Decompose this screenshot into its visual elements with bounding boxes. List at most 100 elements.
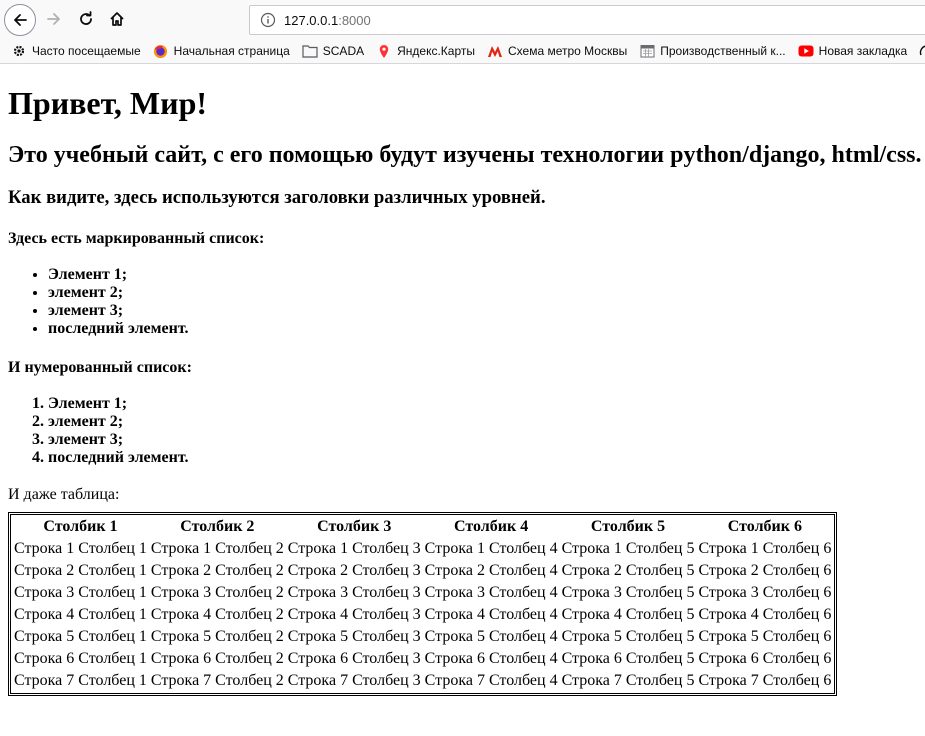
bookmark-start-page[interactable]: Начальная страница bbox=[153, 43, 290, 59]
bookmark-scada[interactable]: SCADA bbox=[302, 43, 364, 59]
table-cell: Строка 7 Столбец 6 bbox=[698, 672, 832, 689]
table-row: Строка 5 Столбец 1 Строка 5 Столбец 2 Стро… bbox=[13, 627, 832, 647]
table-cell: Строка 1 Столбец 2 bbox=[150, 540, 284, 557]
home-button[interactable] bbox=[102, 4, 132, 34]
bookmark-yandex-maps[interactable]: Яндекс.Карты bbox=[376, 43, 475, 59]
browser-toolbar: 127.0.0.1:8000 bbox=[0, 0, 925, 39]
data-table: Столбик 1 Столбик 2 Столбик 3 Столбик 4 … bbox=[10, 514, 836, 694]
table-cell: Строка 5 Столбец 3 bbox=[287, 628, 421, 645]
table-row: Строка 6 Столбец 1 Строка 6 Столбец 2 Стро… bbox=[13, 649, 832, 669]
table-row: Строка 3 Столбец 1 Строка 3 Столбец 2 Стро… bbox=[13, 583, 832, 603]
map-pin-icon bbox=[376, 43, 392, 59]
table-cell: Строка 5 Столбец 2 bbox=[150, 628, 284, 645]
table-cell: Строка 1 Столбец 5 bbox=[561, 540, 695, 557]
back-button[interactable] bbox=[4, 4, 36, 36]
table-cell: Строка 7 Столбец 1 bbox=[14, 672, 147, 689]
list-item: Элемент 1; bbox=[48, 266, 918, 284]
arrow-right-icon bbox=[47, 13, 60, 25]
table-cell: Строка 2 Столбец 1 bbox=[14, 562, 147, 579]
url-text[interactable]: 127.0.0.1:8000 bbox=[284, 13, 371, 28]
page-title: Привет, Мир! bbox=[8, 85, 208, 121]
table-cell: Строка 1 Столбец 4 bbox=[424, 540, 558, 557]
table-cell: Строка 4 Столбец 6 bbox=[698, 606, 832, 623]
table-cell: Строка 7 Столбец 5 bbox=[561, 672, 695, 689]
table-cell: Строка 6 Столбец 6 bbox=[698, 650, 832, 667]
url-bar[interactable]: 127.0.0.1:8000 bbox=[249, 5, 925, 35]
table-cell: Строка 1 Столбец 6 bbox=[698, 540, 832, 557]
youtube-icon bbox=[798, 43, 814, 59]
bookmark-metro-map[interactable]: Схема метро Москвы bbox=[487, 43, 627, 59]
table-cell: Строка 2 Столбец 3 bbox=[287, 562, 421, 579]
table-header-cell: Столбик 4 bbox=[454, 518, 529, 535]
table-cell: Строка 6 Столбец 3 bbox=[287, 650, 421, 667]
bookmark-new[interactable]: Новая закладка bbox=[798, 43, 908, 59]
reload-icon bbox=[80, 11, 92, 25]
calendar-icon bbox=[639, 43, 655, 59]
table-cell: Строка 7 Столбец 2 bbox=[150, 672, 284, 689]
table-cell: Строка 5 Столбец 5 bbox=[561, 628, 695, 645]
numbered-list-heading: И нумерованный список: bbox=[8, 359, 192, 376]
table-header-cell: Столбик 1 bbox=[43, 518, 118, 535]
table-header-cell: Столбик 2 bbox=[180, 518, 255, 535]
table-intro: И даже таблица: bbox=[8, 486, 120, 503]
table-cell: Строка 3 Столбец 4 bbox=[424, 584, 558, 601]
list-item: элемент 3; bbox=[48, 431, 918, 449]
table-cell: Строка 5 Столбец 6 bbox=[698, 628, 832, 645]
table-cell: Строка 6 Столбец 4 bbox=[424, 650, 558, 667]
bookmark-label: Начальная страница bbox=[173, 44, 290, 58]
bookmark-label: Новая закладка bbox=[818, 44, 908, 58]
bookmark-label: Схема метро Москвы bbox=[508, 44, 628, 58]
page-subtitle: Это учебный сайт, с его помощью будут из… bbox=[8, 142, 922, 168]
table-row: Строка 7 Столбец 1 Строка 7 Столбец 2 Стро… bbox=[13, 671, 832, 691]
list-item: элемент 2; bbox=[48, 413, 918, 431]
url-port: :8000 bbox=[338, 12, 371, 28]
forward-button[interactable] bbox=[39, 4, 69, 34]
table-row: Строка 4 Столбец 1 Строка 4 Столбец 2 Стро… bbox=[13, 605, 832, 625]
page-content: Привет, Мир! Это учебный сайт, с его пом… bbox=[8, 64, 922, 701]
table-cell: Строка 7 Столбец 3 bbox=[287, 672, 421, 689]
data-table-frame: Столбик 1 Столбик 2 Столбик 3 Столбик 4 … bbox=[8, 512, 838, 696]
table-cell: Строка 3 Столбец 6 bbox=[698, 584, 832, 601]
list-item: Элемент 1; bbox=[48, 395, 918, 413]
bookmark-label: Производственный к... bbox=[660, 44, 786, 58]
table-body: Строка 1 Столбец 1 Строка 1 Столбец 2 Стро… bbox=[13, 539, 832, 691]
table-cell: Строка 2 Столбец 6 bbox=[698, 562, 832, 579]
table-cell: Строка 6 Столбец 1 bbox=[14, 650, 147, 667]
table-cell: Строка 2 Столбец 5 bbox=[561, 562, 695, 579]
table-row: Строка 1 Столбец 1 Строка 1 Столбец 2 Стро… bbox=[13, 539, 832, 559]
bulleted-list: Элемент 1; элемент 2; элемент 3; последн… bbox=[8, 266, 918, 338]
list-item: последний элемент. bbox=[48, 320, 918, 338]
numbered-list: Элемент 1; элемент 2; элемент 3; последн… bbox=[8, 395, 918, 467]
table-header-cell: Столбик 3 bbox=[317, 518, 392, 535]
site-info-icon[interactable] bbox=[260, 12, 276, 28]
table-cell: Строка 4 Столбец 1 bbox=[14, 606, 147, 623]
table-cell: Строка 1 Столбец 1 bbox=[14, 540, 147, 557]
table-cell: Строка 2 Столбец 2 bbox=[150, 562, 284, 579]
table-cell: Строка 5 Столбец 1 bbox=[14, 628, 147, 645]
table-cell: Строка 3 Столбец 5 bbox=[561, 584, 695, 601]
bookmark-production-calendar[interactable]: Производственный к... bbox=[639, 43, 786, 59]
table-row: Строка 2 Столбец 1 Строка 2 Столбец 2 Стро… bbox=[13, 561, 832, 581]
metro-icon bbox=[487, 43, 503, 59]
table-cell: Строка 1 Столбец 3 bbox=[287, 540, 421, 557]
bookmark-label: Яндекс.Карты bbox=[397, 44, 475, 58]
table-cell: Строка 2 Столбец 4 bbox=[424, 562, 558, 579]
home-icon bbox=[110, 12, 124, 26]
table-cell: Строка 4 Столбец 5 bbox=[561, 606, 695, 623]
table-cell: Строка 3 Столбец 1 bbox=[14, 584, 147, 601]
bookmark-most-visited[interactable]: Часто посещаемые bbox=[11, 43, 141, 59]
url-host: 127.0.0.1 bbox=[284, 12, 339, 28]
table-cell: Строка 4 Столбец 2 bbox=[150, 606, 284, 623]
table-header-cell: Столбик 5 bbox=[590, 518, 666, 535]
list-item: последний элемент. bbox=[48, 449, 918, 467]
table-header-cell: Столбик 6 bbox=[727, 518, 802, 535]
table-header-row: Столбик 1 Столбик 2 Столбик 3 Столбик 4 … bbox=[13, 517, 832, 537]
table-cell: Строка 4 Столбец 4 bbox=[424, 606, 558, 623]
bookmarks-toolbar: Часто посещаемые Начальная страница SCAD… bbox=[0, 39, 925, 64]
table-cell: Строка 6 Столбец 2 bbox=[150, 650, 284, 667]
bookmark-overflow[interactable] bbox=[919, 43, 925, 59]
table-cell: Строка 6 Столбец 5 bbox=[561, 650, 695, 667]
reload-button[interactable] bbox=[71, 4, 101, 34]
bookmark-label: Часто посещаемые bbox=[32, 44, 141, 58]
heading-levels-note: Как видите, здесь используются заголовки… bbox=[8, 187, 546, 208]
